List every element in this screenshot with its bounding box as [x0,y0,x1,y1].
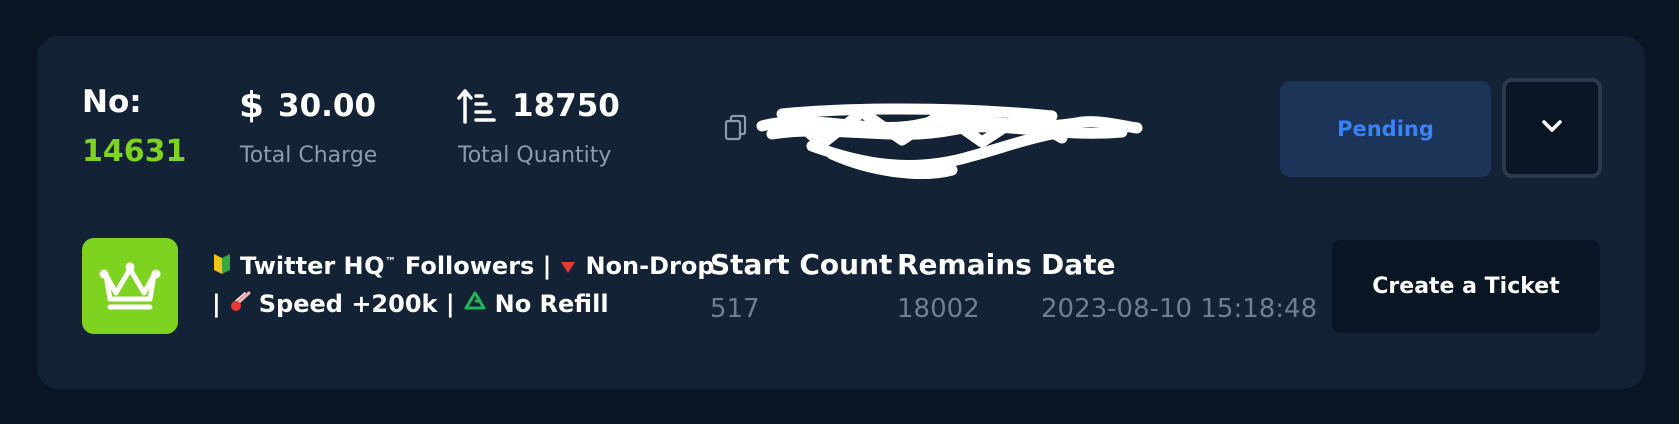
service-text-nondrop: Non-Drop [585,252,715,280]
service-text-speed: Speed +200k | [258,290,455,318]
remains-value: 18002 [897,294,980,324]
total-quantity-value: 18750 [512,88,620,124]
sort-ascending-icon [457,86,497,130]
start-count-value: 517 [710,294,760,324]
service-text-hq: HQ [343,252,386,280]
recycle-icon [463,290,487,320]
service-text-tm: ™ [385,255,397,268]
status-badge: Pending [1280,81,1491,177]
beginner-badge-icon [212,252,232,282]
chevron-down-icon [1540,118,1564,138]
remains-label: Remains [897,248,1032,281]
date-label: Date [1041,248,1116,281]
order-number: 14631 [82,134,187,169]
create-ticket-button[interactable]: Create a Ticket [1332,240,1600,333]
svg-text:$: $ [239,85,263,124]
service-text-followers: Followers | [396,252,552,280]
date-value: 2023-08-10 15:18:48 [1041,294,1318,324]
expand-button[interactable] [1502,78,1602,178]
service-crown-icon [82,238,178,334]
redacted-link-scribble [752,94,1147,188]
service-name-line1: Twitter HQ™ Followers | Non-Drop [212,252,715,282]
dollar-icon: $ [237,84,264,133]
total-quantity-label: Total Quantity [458,143,612,168]
copy-icon[interactable] [724,114,748,146]
red-triangle-down-icon [559,253,577,281]
service-name-line2: | Speed +200k | No Refill [212,290,609,320]
total-charge-value: 30.00 [278,88,377,124]
order-number-label: No: [82,84,142,120]
comet-icon [229,291,251,319]
start-count-label: Start Count [710,248,893,281]
service-text-refill: No Refill [494,290,609,318]
service-text-twitter: Twitter [240,252,344,280]
order-card: No: 14631 $ 30.00 Total Charge 18750 Tot… [37,36,1645,389]
total-charge-label: Total Charge [240,143,378,168]
service-text-separator: | [212,290,221,318]
